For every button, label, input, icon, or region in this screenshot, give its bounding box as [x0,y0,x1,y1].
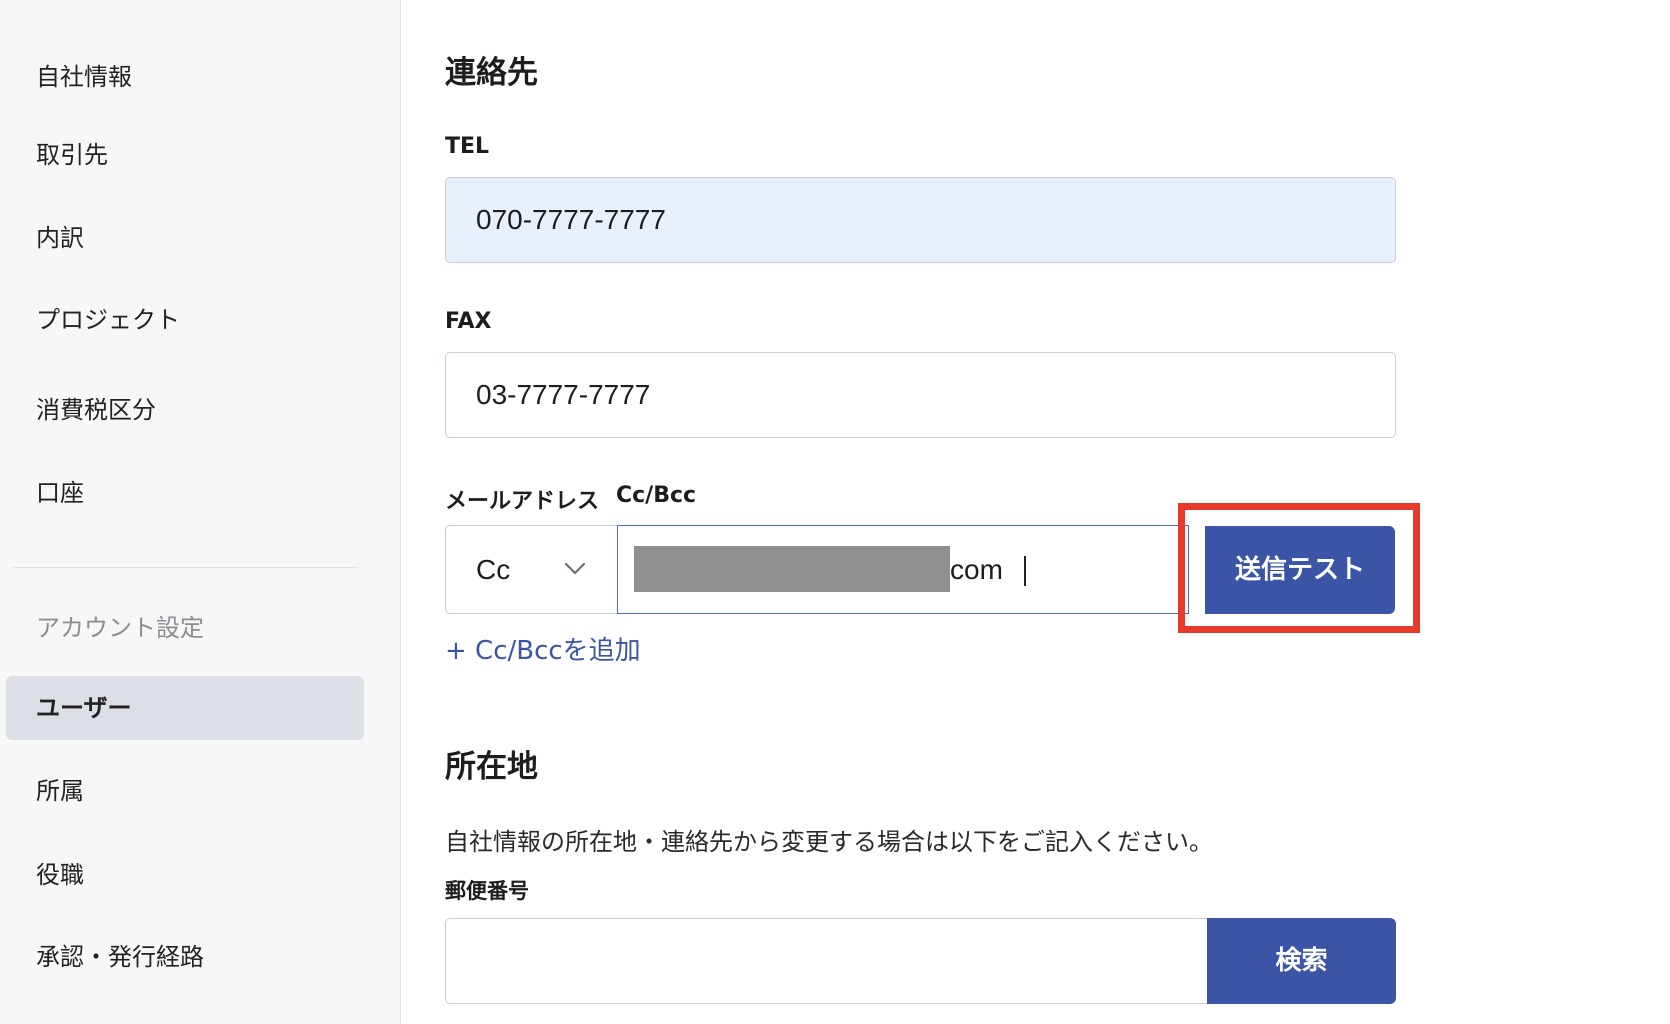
tel-input[interactable]: 070-7777-7777 [445,177,1396,263]
email-input[interactable]: com [617,525,1189,614]
cc-bcc-label: Cc/Bcc [616,483,697,508]
postal-search-button[interactable]: 検索 [1207,918,1396,1004]
sidebar-item-projects[interactable]: プロジェクト [0,305,180,335]
settings-page: 自社情報 取引先 内訳 プロジェクト 消費税区分 口座 アカウント設定 ユーザー… [0,0,1670,1024]
sidebar-item-departments[interactable]: 所属 [0,776,84,806]
sidebar-item-users[interactable]: ユーザー [6,676,364,740]
cc-bcc-select[interactable]: Cc [445,525,617,614]
email-label: メールアドレス [445,489,600,514]
postal-code-label: 郵便番号 [445,879,529,903]
sidebar-item-company-info[interactable]: 自社情報 [0,62,132,92]
address-section-title: 所在地 [445,749,538,785]
sidebar-item-positions[interactable]: 役職 [0,860,84,890]
sidebar-section-account-settings: アカウント設定 [36,614,204,642]
redacted-email-local-part [634,546,950,592]
main-content: 連絡先 TEL 070-7777-7777 FAX 03-7777-7777 メ… [401,0,1670,1024]
contact-section-title: 連絡先 [445,55,538,91]
postal-code-input[interactable] [445,918,1207,1004]
sidebar-item-tax-category[interactable]: 消費税区分 [0,395,156,425]
cc-select-value: Cc [476,554,511,585]
email-input-value-suffix: com [950,554,1003,585]
tel-label: TEL [445,134,490,159]
sidebar: 自社情報 取引先 内訳 プロジェクト 消費税区分 口座 アカウント設定 ユーザー… [0,0,401,1024]
sidebar-item-clients[interactable]: 取引先 [0,140,108,170]
send-test-button[interactable]: 送信テスト [1205,526,1395,614]
fax-input[interactable]: 03-7777-7777 [445,352,1396,438]
sidebar-item-bank-account[interactable]: 口座 [0,478,84,508]
text-cursor [1024,556,1026,586]
address-helper-text: 自社情報の所在地・連絡先から変更する場合は以下をご記入ください。 [445,828,1213,856]
chevron-down-icon [564,562,586,575]
sidebar-item-approval-routes[interactable]: 承認・発行経路 [0,942,204,972]
sidebar-divider [13,567,358,568]
add-cc-bcc-link[interactable]: + Cc/Bccを追加 [445,630,641,667]
sidebar-item-breakdown[interactable]: 内訳 [0,223,84,253]
fax-label: FAX [445,309,492,334]
